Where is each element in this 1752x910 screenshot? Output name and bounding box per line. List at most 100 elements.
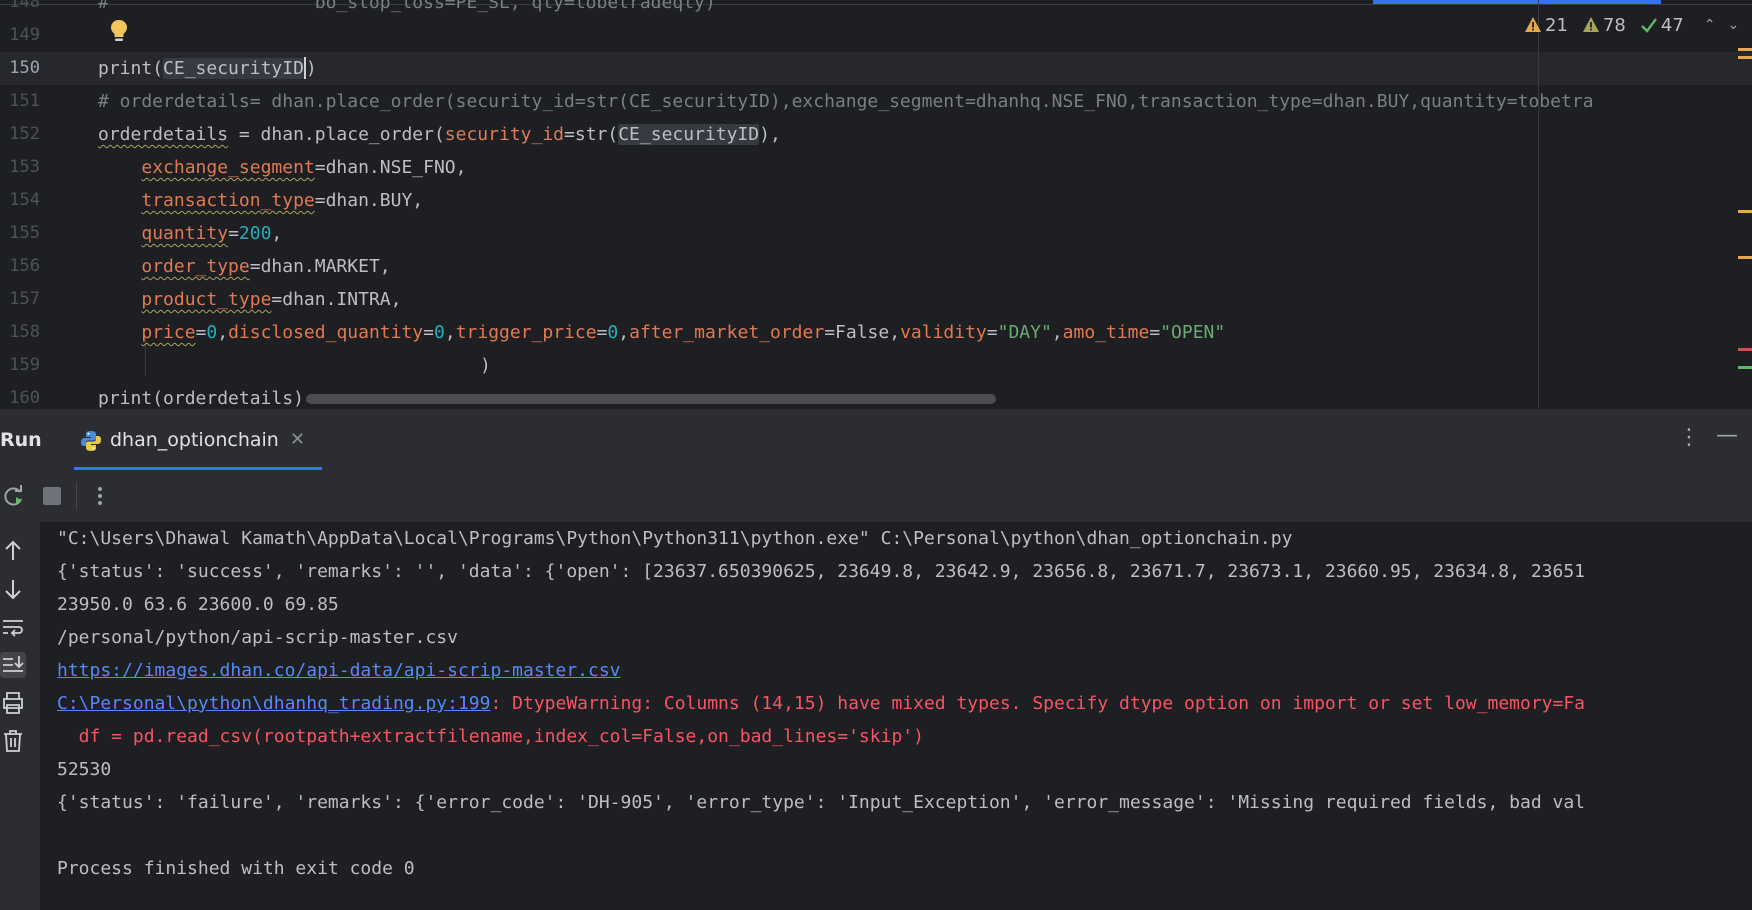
python-icon: [81, 431, 101, 451]
param-name: price: [141, 322, 196, 343]
code-line-153[interactable]: exchange_segment=dhan.NSE_FNO,: [98, 151, 466, 184]
paren: (: [152, 58, 164, 79]
code-line-160[interactable]: print(orderdetails): [98, 382, 304, 408]
number-literal: 200: [238, 223, 272, 244]
error-stripe[interactable]: [1738, 0, 1752, 408]
console-line: {'status': 'success', 'remarks': '', 'da…: [57, 561, 1586, 582]
code-line-158[interactable]: price=0,disclosed_quantity=0,trigger_pri…: [98, 316, 1225, 349]
paren: (: [607, 124, 619, 145]
line-number: 155: [9, 223, 40, 243]
bool-literal: False: [835, 322, 890, 343]
run-config-tab[interactable]: dhan_optionchain ✕: [74, 409, 322, 471]
param-name: amo_time: [1062, 322, 1150, 343]
horizontal-scrollbar[interactable]: [306, 394, 996, 404]
stripe-marker[interactable]: [1738, 48, 1752, 51]
identifier: CE_securityID: [163, 58, 304, 79]
arrow-down-icon[interactable]: [0, 576, 26, 602]
scroll-to-end-icon[interactable]: [0, 652, 26, 678]
line-number: 153: [9, 157, 40, 177]
variable-name: orderdetails: [98, 124, 229, 145]
line-number-current: 150: [9, 58, 40, 78]
close-icon[interactable]: ✕: [290, 429, 305, 450]
paren: ),: [759, 124, 781, 145]
code-text: =dhan.MARKET,: [249, 256, 391, 277]
chevron-up-icon[interactable]: ⌃: [1704, 17, 1716, 33]
number-literal: 0: [607, 322, 619, 343]
func-name: str: [574, 124, 608, 145]
stripe-marker[interactable]: [1738, 56, 1752, 59]
line-number-gutter[interactable]: 148 149 150 151 152 153 154 155 156 157 …: [0, 0, 88, 408]
string-literal: "DAY": [997, 322, 1052, 343]
console-error-line: df = pd.read_csv(rootpath+extractfilenam…: [57, 726, 924, 747]
print-icon[interactable]: [0, 690, 26, 716]
line-number: 149: [9, 25, 40, 45]
ok-count[interactable]: 47: [1640, 15, 1684, 36]
param-name: validity: [900, 322, 987, 343]
stripe-marker[interactable]: [1738, 366, 1752, 369]
inspection-widget[interactable]: 21 78 47 ⌃ ⌄: [1524, 12, 1739, 38]
minimize-icon[interactable]: —: [1716, 423, 1738, 448]
code-line-157[interactable]: product_type=dhan.INTRA,: [98, 283, 401, 316]
more-options-icon[interactable]: [88, 484, 112, 508]
checkmark-icon: [1640, 18, 1657, 33]
line-number: 154: [9, 190, 40, 210]
line-number: 156: [9, 256, 40, 276]
param-name: exchange_segment: [141, 157, 315, 178]
func-name: print: [98, 58, 153, 79]
code-line-154[interactable]: transaction_type=dhan.BUY,: [98, 184, 423, 217]
console-exit-line: Process finished with exit code 0: [57, 858, 415, 879]
line-number: 159: [9, 355, 40, 375]
code-text: = dhan.place_order(: [228, 124, 445, 145]
code-line-151: # orderdetails= dhan.place_order(securit…: [98, 91, 1594, 112]
param-name: disclosed_quantity: [228, 322, 424, 343]
trash-icon[interactable]: [0, 728, 26, 754]
warning-count[interactable]: 78: [1582, 15, 1626, 36]
console-line: {'status': 'failure', 'remarks': {'error…: [57, 792, 1586, 813]
right-margin-guide: [1538, 0, 1539, 408]
lightbulb-icon[interactable]: [108, 18, 130, 44]
console-hyperlink[interactable]: https://images.dhan.co/api-data/api-scri…: [57, 654, 621, 687]
code-text: =dhan.BUY,: [314, 190, 424, 211]
stripe-marker[interactable]: [1738, 256, 1752, 259]
line-number: 151: [9, 91, 40, 111]
code-text: =: [564, 124, 575, 145]
line-number: 160: [9, 388, 40, 408]
code-line-155[interactable]: quantity=200,: [98, 217, 282, 250]
warning-text: : DtypeWarning: Columns (14,15) have mix…: [490, 693, 1586, 714]
string-literal: "OPEN": [1160, 322, 1226, 343]
code-line-150[interactable]: print(CE_securityID): [98, 52, 317, 85]
code-text: (orderdetails): [152, 388, 304, 408]
arrow-up-icon[interactable]: [0, 538, 26, 564]
code-text: =dhan.INTRA,: [271, 289, 402, 310]
error-warning-icon: [1525, 17, 1541, 32]
console-output[interactable]: "C:\Users\Dhawal Kamath\AppData\Local\Pr…: [40, 522, 1752, 910]
param-name: order_type: [141, 256, 250, 277]
error-count[interactable]: 21: [1524, 15, 1568, 36]
run-panel-title: Run: [0, 429, 42, 451]
param-name: trigger_price: [455, 322, 597, 343]
soft-wrap-icon[interactable]: [0, 614, 26, 640]
code-line-156[interactable]: order_type=dhan.MARKET,: [98, 250, 391, 283]
code-text: =: [228, 223, 239, 244]
line-number: 157: [9, 289, 40, 309]
file-hyperlink[interactable]: C:\Personal\python\dhanhq_trading.py:199: [57, 693, 490, 714]
code-line-159[interactable]: ): [480, 349, 491, 382]
warning-icon: [1582, 17, 1599, 32]
stripe-marker[interactable]: [1738, 348, 1752, 351]
code-line-152[interactable]: orderdetails = dhan.place_order(security…: [98, 118, 781, 151]
console-line: "C:\Users\Dhawal Kamath\AppData\Local\Pr…: [57, 528, 1293, 549]
code-editor[interactable]: 148 149 150 151 152 153 154 155 156 157 …: [0, 0, 1752, 408]
stop-icon[interactable]: [40, 484, 64, 508]
code-text: ,: [271, 223, 283, 244]
paren: ): [305, 58, 317, 79]
code-line-148: # bo_stop_loss=PE_SL, qty=tobetradeqty): [98, 0, 716, 13]
stripe-marker[interactable]: [1738, 210, 1752, 213]
param-name: quantity: [141, 223, 229, 244]
run-tab-label: dhan_optionchain: [110, 429, 279, 451]
number-literal: 0: [434, 322, 445, 343]
rerun-icon[interactable]: [2, 484, 26, 508]
more-options-icon[interactable]: ⋮: [1678, 425, 1700, 450]
identifier: CE_securityID: [618, 124, 760, 145]
console-warning-line: C:\Personal\python\dhanhq_trading.py:199…: [57, 687, 1585, 720]
console-line: 52530: [57, 759, 112, 780]
